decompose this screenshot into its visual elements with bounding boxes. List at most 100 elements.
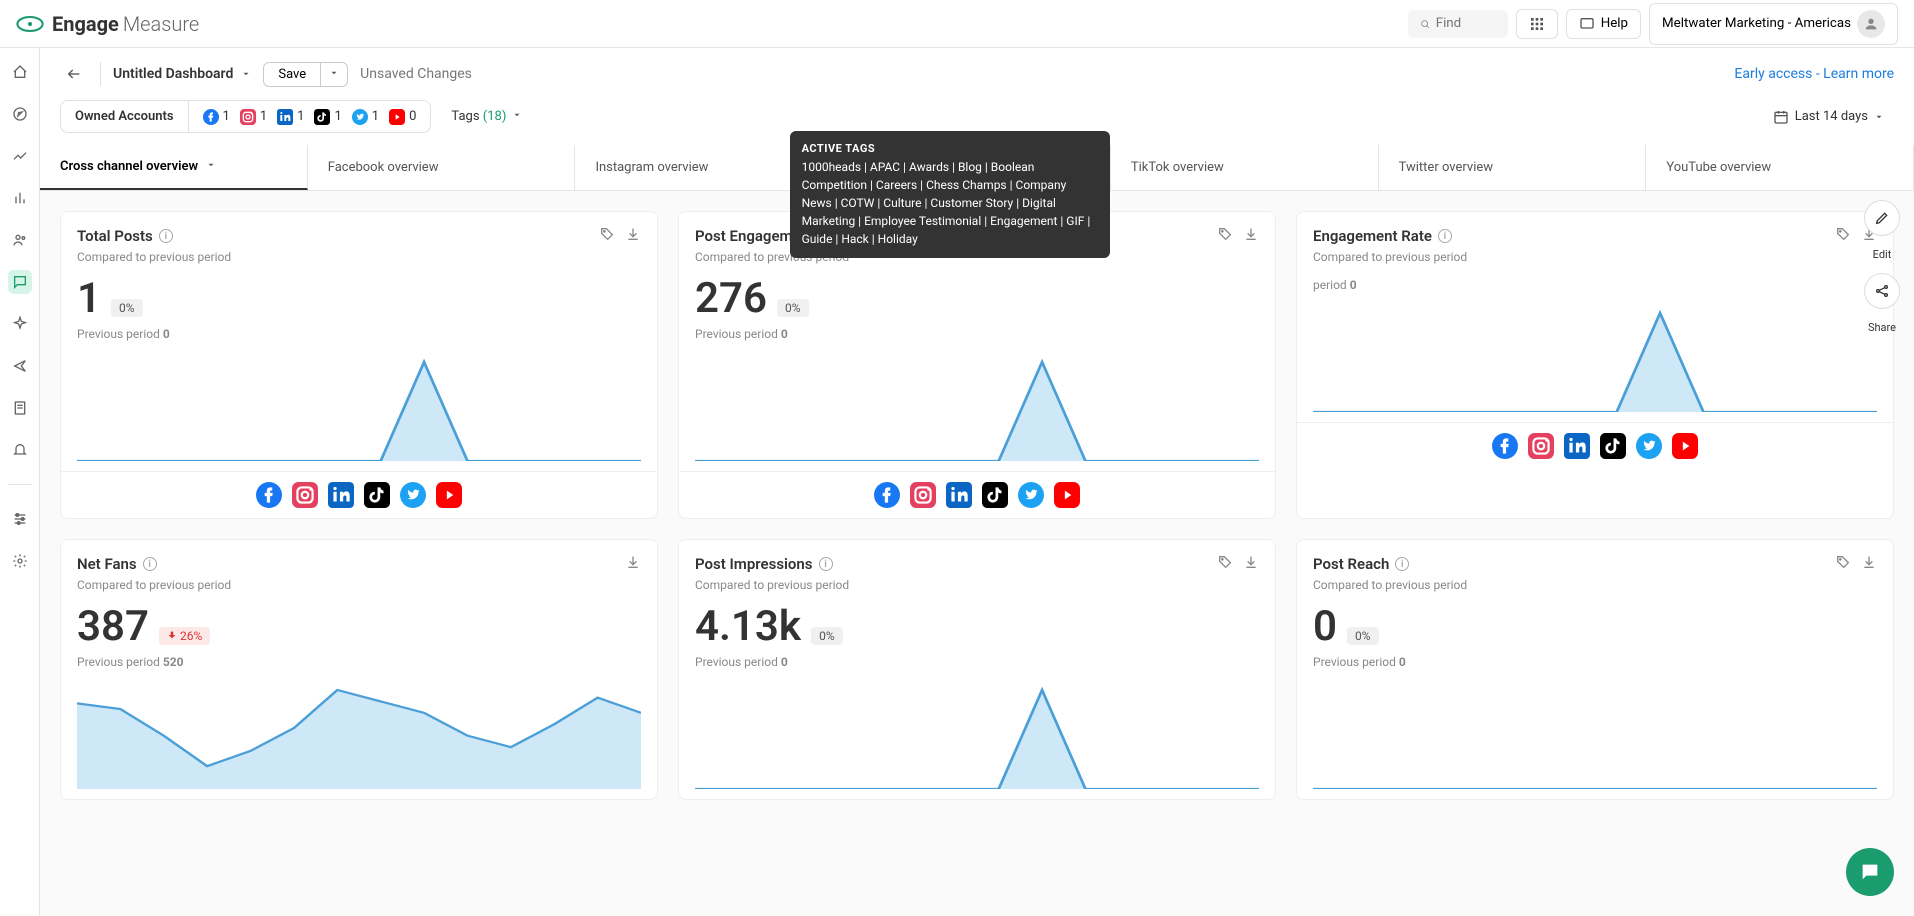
nav-trends[interactable] (8, 144, 32, 168)
nav-engage[interactable] (8, 270, 32, 294)
info-icon[interactable]: i (819, 557, 833, 571)
metric-card: Post Impressions iCompared to previous p… (678, 539, 1276, 800)
tab-twitter-overview[interactable]: Twitter overview (1379, 145, 1647, 190)
metric-card: Net Fans iCompared to previous period387… (60, 539, 658, 800)
chevron-down-icon (329, 68, 339, 78)
tooltip-body: 1000heads | APAC | Awards | Blog | Boole… (802, 158, 1098, 248)
sparkline-chart (77, 351, 641, 461)
metric-value: 4.13k (695, 602, 801, 651)
brand-name: Engage (52, 12, 119, 36)
back-button[interactable] (60, 60, 88, 88)
toolbar-separator (100, 62, 101, 86)
linkedin-icon[interactable] (1564, 433, 1590, 459)
info-icon[interactable]: i (1438, 229, 1452, 243)
tiktok-icon[interactable] (1600, 433, 1626, 459)
tab-facebook-overview[interactable]: Facebook overview (308, 145, 576, 190)
nav-settings[interactable] (8, 549, 32, 573)
facebook-icon[interactable] (874, 482, 900, 508)
linkedin-icon[interactable] (328, 482, 354, 508)
share-label: Share (1868, 321, 1896, 334)
apps-button[interactable] (1516, 9, 1558, 39)
twitter-icon[interactable] (400, 482, 426, 508)
search-input[interactable] (1436, 16, 1496, 31)
chat-fab[interactable] (1846, 848, 1894, 896)
account-name: Meltwater Marketing - Americas (1662, 16, 1851, 31)
metric-value: 0 (1313, 602, 1337, 651)
card-social-footer (1297, 422, 1893, 469)
card-title: Post Reach i (1313, 555, 1409, 573)
main-header: Engage Measure Help Meltwater Marketing … (0, 0, 1914, 48)
instagram-icon[interactable] (292, 482, 318, 508)
chevron-down-icon (206, 159, 216, 174)
download-icon[interactable] (625, 554, 641, 574)
date-range-picker[interactable]: Last 14 days (1763, 103, 1894, 131)
facebook-icon[interactable] (1492, 433, 1518, 459)
bar-chart-icon (12, 190, 28, 206)
dashboard-content: Total Posts iCompared to previous period… (40, 191, 1914, 916)
pct-change: 0% (1347, 627, 1379, 645)
tiktok-icon[interactable] (982, 482, 1008, 508)
tab-youtube-overview[interactable]: YouTube overview (1646, 145, 1914, 190)
tag-icon[interactable] (599, 226, 615, 246)
arrow-left-icon (66, 66, 82, 82)
download-icon[interactable] (625, 226, 641, 246)
nav-share[interactable] (8, 354, 32, 378)
twitter-icon[interactable] (1636, 433, 1662, 459)
previous-period: Previous period 0 (61, 327, 657, 341)
linkedin-icon[interactable] (946, 482, 972, 508)
account-filter-pill[interactable]: 111110 (189, 100, 432, 133)
pct-change: 0% (811, 627, 843, 645)
youtube-icon[interactable] (436, 482, 462, 508)
download-icon[interactable] (1243, 554, 1259, 574)
avatar (1857, 10, 1885, 38)
facebook-icon[interactable] (256, 482, 282, 508)
youtube-icon[interactable] (1672, 433, 1698, 459)
edit-label: Edit (1873, 248, 1892, 261)
help-button[interactable]: Help (1566, 9, 1641, 39)
save-button[interactable]: Save (263, 62, 321, 87)
tiktok-icon[interactable] (364, 482, 390, 508)
tab-cross-channel-overview[interactable]: Cross channel overview (40, 145, 308, 190)
nav-docs[interactable] (8, 396, 32, 420)
nav-sliders[interactable] (8, 507, 32, 531)
tooltip-title: ACTIVE TAGS (802, 141, 1098, 158)
pct-change: 26% (159, 627, 210, 645)
brand-sub: Measure (123, 12, 199, 36)
nav-bell[interactable] (8, 438, 32, 462)
nav-star[interactable] (8, 312, 32, 336)
info-icon[interactable]: i (143, 557, 157, 571)
sparkline-chart (695, 679, 1259, 789)
dashboard-title-dropdown[interactable]: Untitled Dashboard (113, 66, 251, 82)
help-label: Help (1601, 16, 1628, 31)
info-icon[interactable]: i (1395, 557, 1409, 571)
nav-analytics[interactable] (8, 186, 32, 210)
tag-icon[interactable] (1835, 554, 1851, 574)
twitter-icon[interactable] (1018, 482, 1044, 508)
chat-icon (1859, 861, 1881, 883)
tags-label: Tags (451, 109, 479, 124)
search-input-wrap[interactable] (1408, 10, 1508, 38)
instagram-icon[interactable] (1528, 433, 1554, 459)
tags-tooltip: ACTIVE TAGS 1000heads | APAC | Awards | … (790, 131, 1110, 258)
download-icon[interactable] (1861, 554, 1877, 574)
account-linkedin: 1 (277, 109, 304, 125)
account-menu[interactable]: Meltwater Marketing - Americas (1649, 3, 1898, 45)
tag-icon[interactable] (1217, 226, 1233, 246)
tab-tiktok-overview[interactable]: TikTok overview (1111, 145, 1379, 190)
info-icon[interactable]: i (159, 229, 173, 243)
early-access-link[interactable]: Early access - Learn more (1734, 66, 1894, 82)
nav-home[interactable] (8, 60, 32, 84)
instagram-icon[interactable] (910, 482, 936, 508)
edit-button[interactable] (1864, 200, 1900, 236)
tag-icon[interactable] (1835, 226, 1851, 246)
youtube-icon[interactable] (1054, 482, 1080, 508)
download-icon[interactable] (1243, 226, 1259, 246)
save-dropdown[interactable] (321, 62, 348, 87)
tag-icon[interactable] (1217, 554, 1233, 574)
nav-explore[interactable] (8, 102, 32, 126)
previous-period: Previous period 520 (61, 655, 657, 669)
compass-icon (12, 106, 28, 122)
share-button[interactable] (1864, 273, 1900, 309)
nav-people[interactable] (8, 228, 32, 252)
tags-filter[interactable]: Tags (18) ACTIVE TAGS 1000heads | APAC |… (443, 105, 529, 128)
